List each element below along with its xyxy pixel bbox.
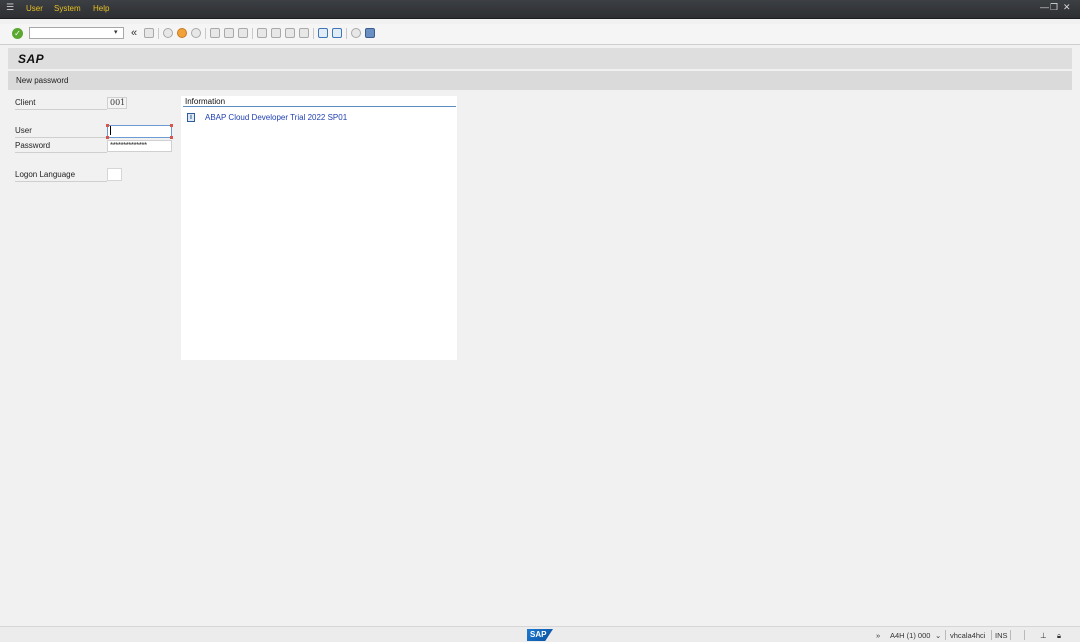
find-next-icon[interactable]: [238, 28, 248, 38]
toolbar-separator: [346, 28, 347, 39]
status-separator: [991, 630, 992, 640]
status-bar: SAP » A4H (1) 000 ⌄ vhcala4hci INS ⊥ 🔒︎: [0, 626, 1080, 642]
print-icon[interactable]: [210, 28, 220, 38]
focus-marker: [106, 136, 109, 139]
sap-logon-window: ☰ User System Help — ❐ ✕ ✓ ▾ « SAP New p…: [0, 0, 1080, 642]
logon-language-field[interactable]: [107, 168, 122, 181]
minimize-icon[interactable]: —: [1040, 2, 1049, 12]
information-panel: Information i ABAP Cloud Developer Trial…: [181, 96, 457, 360]
app-title: SAP: [18, 52, 45, 66]
toolbar-separator: [313, 28, 314, 39]
toolbar-separator: [205, 28, 206, 39]
title-bar: ☰ User System Help — ❐ ✕: [0, 0, 1080, 19]
focus-marker: [170, 124, 173, 127]
toolbar-divider: [0, 44, 1080, 45]
server-name: vhcala4hci: [950, 631, 986, 640]
shortcut-icon[interactable]: [332, 28, 342, 38]
expand-status-icon[interactable]: »: [876, 631, 880, 640]
text-cursor: [110, 126, 111, 136]
menu-icon[interactable]: ☰: [6, 3, 16, 12]
resize-icon[interactable]: ⊥: [1040, 631, 1047, 640]
help-icon[interactable]: [351, 28, 361, 38]
status-separator: [1024, 630, 1025, 640]
focus-marker: [106, 124, 109, 127]
menu-item-user[interactable]: User: [26, 4, 43, 13]
information-message: ABAP Cloud Developer Trial 2022 SP01: [205, 113, 348, 122]
enter-check-icon[interactable]: ✓: [12, 28, 23, 39]
lock-icon[interactable]: 🔒︎: [1057, 631, 1061, 641]
title-band: SAP: [8, 48, 1072, 69]
user-field[interactable]: [107, 125, 172, 138]
new-password-button[interactable]: New password: [16, 76, 68, 85]
information-divider: [183, 106, 456, 107]
sap-logo: SAP: [527, 629, 553, 641]
customize-layout-icon[interactable]: [365, 28, 375, 38]
menu-item-help[interactable]: Help: [93, 4, 109, 13]
back-icon[interactable]: [163, 28, 173, 38]
chevron-down-icon[interactable]: ▾: [114, 28, 118, 36]
logon-language-label: Logon Language: [15, 170, 107, 182]
chevron-down-icon[interactable]: ⌄: [935, 631, 941, 640]
command-field[interactable]: [29, 27, 124, 39]
status-separator: [945, 630, 946, 640]
application-toolbar: New password: [8, 71, 1072, 90]
info-icon: i: [187, 113, 195, 122]
client-field[interactable]: 001: [107, 97, 127, 109]
exit-icon[interactable]: [177, 28, 187, 38]
new-session-icon[interactable]: [318, 28, 328, 38]
toolbar-separator: [252, 28, 253, 39]
focus-marker: [170, 136, 173, 139]
next-page-icon[interactable]: [285, 28, 295, 38]
previous-page-icon[interactable]: [271, 28, 281, 38]
system-info[interactable]: A4H (1) 000: [890, 631, 930, 640]
first-page-icon[interactable]: [257, 28, 267, 38]
toolbar-separator: [158, 28, 159, 39]
last-page-icon[interactable]: [299, 28, 309, 38]
insert-mode[interactable]: INS: [995, 631, 1008, 640]
standard-toolbar: ✓ ▾ «: [0, 24, 1080, 44]
status-separator: [1010, 630, 1011, 640]
cancel-icon[interactable]: [191, 28, 201, 38]
password-field[interactable]: **************: [107, 140, 172, 152]
close-icon[interactable]: ✕: [1063, 2, 1071, 13]
restore-icon[interactable]: ❐: [1050, 2, 1058, 13]
find-icon[interactable]: [224, 28, 234, 38]
menu-item-system[interactable]: System: [54, 4, 81, 13]
user-label: User: [15, 126, 107, 138]
save-icon[interactable]: [144, 28, 154, 38]
information-title: Information: [185, 97, 226, 106]
client-label: Client: [15, 98, 107, 110]
collapse-command-icon[interactable]: «: [131, 27, 137, 39]
password-label: Password: [15, 141, 107, 153]
